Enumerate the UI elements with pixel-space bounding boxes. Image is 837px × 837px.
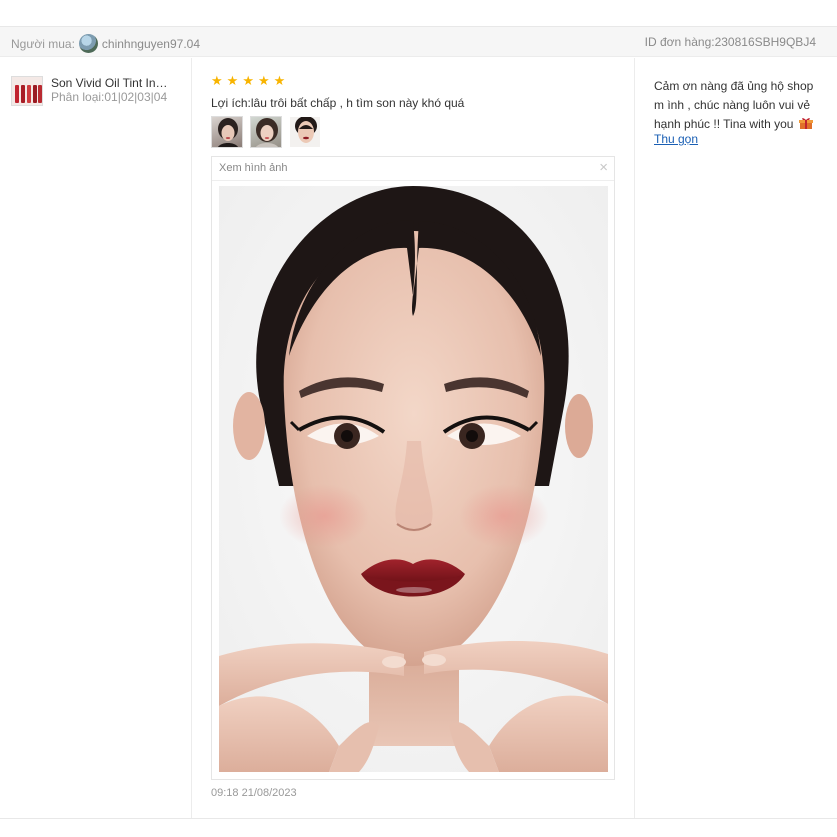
review-image-thumbnail[interactable] [211, 116, 243, 148]
order-id: ID đơn hàng:230816SBH9QBJ4 [644, 35, 816, 49]
close-icon[interactable]: × [599, 160, 608, 176]
review-header: Người mua: chinhnguyen97.04 ID đơn hàng:… [0, 27, 837, 57]
product-variant: Phân loại:01|02|03|04 [51, 90, 168, 104]
collapse-link[interactable]: Thu gọn [654, 132, 698, 146]
bottom-divider [0, 818, 837, 819]
review-photo [219, 186, 608, 772]
product-info[interactable]: Son Vivid Oil Tint Inni... Phân loại:01|… [11, 76, 171, 106]
gift-icon [798, 118, 813, 129]
shop-reply: Cảm ơn nàng đã ủng hộ shop m ình , chúc … [654, 77, 822, 134]
buyer-label: Người mua: [11, 36, 75, 51]
shop-reply-text: Cảm ơn nàng đã ủng hộ shop m ình , chúc … [654, 79, 814, 131]
image-viewer: Xem hình ảnh × [211, 156, 615, 780]
image-viewer-header: Xem hình ảnh × [212, 157, 614, 181]
buyer-name[interactable]: chinhnguyen97.04 [102, 37, 200, 51]
review-timestamp: 09:18 21/08/2023 [211, 787, 297, 799]
product-name[interactable]: Son Vivid Oil Tint Inni... [51, 76, 171, 90]
star-icon: ★ [226, 73, 239, 88]
review-image-thumbnail[interactable] [289, 116, 321, 148]
product-thumbnail[interactable] [11, 76, 43, 106]
image-viewer-title: Xem hình ảnh [219, 162, 288, 174]
star-icon: ★ [211, 73, 223, 88]
buyer-avatar[interactable] [78, 34, 98, 53]
rating-stars: ★ ★ ★ ★ ★ [211, 74, 285, 88]
buyer-info: Người mua: chinhnguyen97.04 [11, 34, 200, 53]
star-icon: ★ [257, 73, 270, 88]
review-image-thumbnail[interactable] [250, 116, 282, 148]
star-icon: ★ [273, 73, 286, 88]
review-image-thumbnails [211, 116, 321, 148]
column-divider [191, 58, 192, 818]
column-divider [634, 58, 635, 818]
review-text: Lợi ích:lâu trôi bất chấp , h tìm son nà… [211, 96, 465, 110]
star-icon: ★ [242, 73, 254, 88]
